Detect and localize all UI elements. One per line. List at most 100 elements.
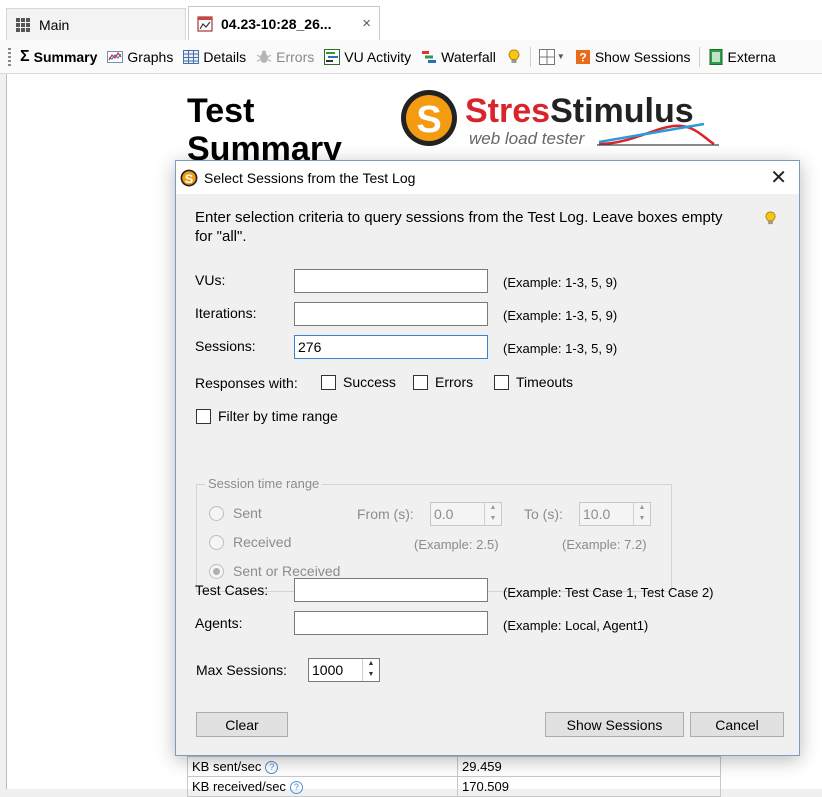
- tab-test-result-label: 04.23-10:28_26...: [221, 15, 332, 32]
- success-checkbox[interactable]: Success: [321, 374, 396, 390]
- details-button[interactable]: Details: [178, 45, 251, 69]
- waterfall-icon: [422, 50, 437, 63]
- tab-test-result[interactable]: 04.23-10:28_26... ×: [188, 6, 380, 41]
- dialog-instructions: Enter selection criteria to query sessio…: [195, 209, 723, 245]
- graphs-button[interactable]: Graphs: [102, 45, 178, 69]
- close-icon[interactable]: ✕: [770, 165, 787, 190]
- show-sessions-button[interactable]: ? Show Sessions: [570, 45, 696, 69]
- layout-dropdown-button[interactable]: ▼: [534, 45, 570, 69]
- sessions-input[interactable]: [294, 335, 488, 359]
- lightbulb-icon[interactable]: [763, 210, 778, 227]
- tips-button[interactable]: [501, 45, 527, 69]
- table-icon: [183, 49, 200, 64]
- max-sessions-stepper[interactable]: 1000 ▲ ▼: [308, 658, 380, 682]
- timeouts-checkbox[interactable]: Timeouts: [494, 374, 573, 390]
- logo-tagline: web load tester: [469, 129, 586, 148]
- success-checkbox-label: Success: [343, 374, 396, 390]
- vu-activity-button[interactable]: VU Activity: [319, 45, 416, 69]
- checkbox-box: [494, 374, 509, 390]
- iterations-label: Iterations:: [195, 305, 257, 321]
- logo-name-a: Stres: [465, 92, 550, 130]
- sessions-query-icon: ?: [575, 49, 590, 64]
- test-cases-example: (Example: Test Case 1, Test Case 2): [503, 585, 714, 600]
- dialog-body: Enter selection criteria to query sessio…: [176, 194, 799, 755]
- responses-with-label: Responses with:: [195, 375, 298, 391]
- row-value: 29.459: [462, 759, 502, 774]
- row-value: 170.509: [462, 779, 509, 794]
- chevron-down-icon: ▼: [556, 52, 565, 61]
- external-button[interactable]: Externa: [703, 45, 781, 69]
- document-tab-strip: Main 04.23-10:28_26... ×: [0, 0, 822, 41]
- stepper-down-icon[interactable]: ▼: [634, 514, 650, 525]
- timeouts-checkbox-label: Timeouts: [516, 374, 574, 390]
- show-sessions-dialog-button[interactable]: Show Sessions: [545, 712, 684, 737]
- table-cell-label: KB received/sec?: [188, 777, 458, 796]
- clear-button[interactable]: Clear: [196, 712, 288, 737]
- filter-time-range-checkbox[interactable]: Filter by time range: [196, 408, 338, 424]
- graphs-button-label: Graphs: [127, 48, 174, 65]
- test-cases-input[interactable]: [294, 578, 488, 602]
- summary-button-label: Summary: [33, 48, 98, 65]
- cancel-button[interactable]: Cancel: [690, 712, 784, 737]
- toolbar-separator: [698, 46, 700, 67]
- sent-or-received-radio[interactable]: Sent or Received: [209, 563, 340, 579]
- checkbox-box: [196, 408, 211, 424]
- agents-label: Agents:: [195, 615, 243, 631]
- to-stepper[interactable]: 10.0 ▲ ▼: [579, 502, 651, 526]
- radio-circle: [209, 505, 224, 521]
- from-stepper[interactable]: 0.0 ▲ ▼: [430, 502, 502, 526]
- stepper-down-icon[interactable]: ▼: [485, 514, 501, 525]
- checkbox-box: [413, 374, 428, 390]
- layout-grid-icon: [538, 48, 555, 65]
- waterfall-button[interactable]: Waterfall: [416, 45, 501, 69]
- radio-circle: [209, 534, 224, 550]
- received-radio[interactable]: Received: [209, 534, 291, 550]
- tab-main[interactable]: Main: [6, 8, 186, 40]
- summary-button[interactable]: Σ Summary: [15, 45, 102, 69]
- vus-label: VUs:: [195, 272, 226, 288]
- filter-time-range-label: Filter by time range: [218, 408, 338, 424]
- to-example: (Example: 7.2): [562, 537, 647, 552]
- stepper-down-icon[interactable]: ▼: [363, 670, 379, 681]
- errors-button[interactable]: Errors: [251, 45, 319, 69]
- help-icon[interactable]: ?: [289, 781, 303, 794]
- agents-input[interactable]: [294, 611, 488, 635]
- errors-button-label: Errors: [276, 48, 315, 65]
- app-logo-mark: S: [185, 171, 193, 185]
- from-label: From (s):: [357, 506, 414, 522]
- table-row: KB received/sec? 170.509: [188, 777, 720, 796]
- details-button-label: Details: [203, 48, 247, 65]
- excel-icon: [709, 48, 723, 65]
- dialog-title-bar[interactable]: S Select Sessions from the Test Log ✕: [176, 161, 799, 194]
- vus-input[interactable]: [294, 269, 488, 293]
- row-label: KB received/sec: [192, 779, 286, 794]
- dialog-title: Select Sessions from the Test Log: [204, 169, 416, 186]
- svg-text:?: ?: [579, 50, 586, 64]
- sessions-label: Sessions:: [195, 338, 256, 354]
- iterations-input[interactable]: [294, 302, 488, 326]
- toolbar-grip-icon[interactable]: [8, 47, 11, 66]
- stepper-up-icon[interactable]: ▲: [363, 659, 379, 670]
- toolbar-separator: [529, 46, 531, 67]
- close-tab-icon[interactable]: ×: [362, 15, 371, 32]
- checkbox-box: [321, 374, 336, 390]
- stepper-up-icon[interactable]: ▲: [485, 503, 501, 514]
- help-icon[interactable]: ?: [265, 761, 279, 774]
- sent-radio[interactable]: Sent: [209, 505, 262, 521]
- app-logo-icon: S: [180, 169, 198, 186]
- chart-document-icon: [197, 15, 213, 32]
- row-label: KB sent/sec: [192, 759, 262, 774]
- sent-radio-label: Sent: [233, 505, 262, 521]
- max-sessions-value: 1000: [312, 662, 344, 678]
- errors-checkbox[interactable]: Errors: [413, 374, 473, 390]
- from-stepper-buttons: ▲ ▼: [484, 503, 501, 525]
- stepper-up-icon[interactable]: ▲: [634, 503, 650, 514]
- show-sessions-button-label: Show Sessions: [594, 48, 691, 65]
- session-time-range-legend: Session time range: [205, 476, 323, 491]
- session-time-range-group: Session time range Sent Received Sent or…: [196, 476, 672, 592]
- logo-name-b: Stimulus: [550, 92, 694, 130]
- table-cell-label: KB sent/sec?: [188, 757, 458, 776]
- errors-checkbox-label: Errors: [435, 374, 474, 390]
- from-example: (Example: 2.5): [414, 537, 499, 552]
- vus-example: (Example: 1-3, 5, 9): [503, 275, 618, 290]
